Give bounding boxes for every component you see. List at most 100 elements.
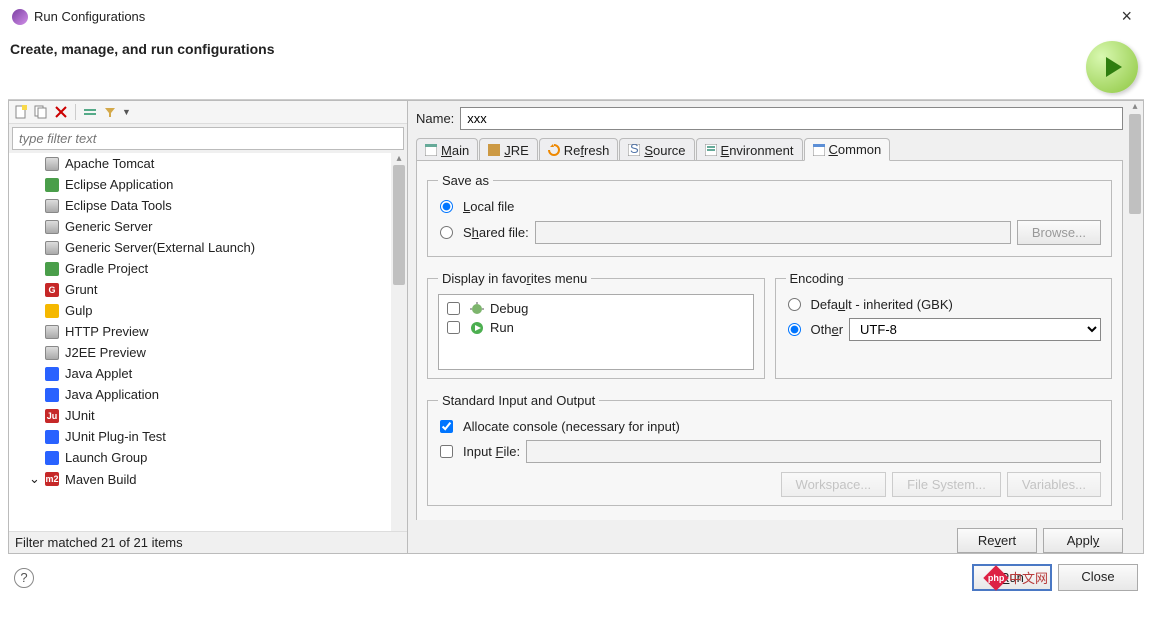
filter-input[interactable] [12,127,404,150]
save-as-legend: Save as [438,173,493,188]
tab-jre[interactable]: JRE [479,138,538,161]
tree-item-label: Java Applet [65,366,132,381]
separator [75,104,76,120]
tree-item[interactable]: Eclipse Application [9,174,389,195]
revert-button[interactable]: Revert [957,528,1037,553]
favorite-item-run[interactable]: Run [443,318,749,337]
dropdown-caret-icon[interactable]: ▼ [122,107,131,117]
panel-scrollbar[interactable]: ▴ [1127,101,1143,553]
input-file-input [526,440,1101,463]
other-encoding-radio[interactable] [788,323,801,336]
svg-text:S: S [630,144,639,156]
app-icon [12,9,28,25]
input-file-checkbox[interactable] [440,445,453,458]
new-config-icon[interactable] [13,104,29,120]
tree-item[interactable]: Generic Server(External Launch) [9,237,389,258]
local-file-radio[interactable] [440,200,453,213]
tree-item-label: Generic Server(External Launch) [65,240,255,255]
config-type-icon [45,199,59,213]
tab-environment[interactable]: Environment [696,138,803,161]
name-label: Name: [416,111,454,126]
chevron-down-icon[interactable]: ⌄ [29,471,39,487]
tree-item-label: Gulp [65,303,92,318]
tree-item[interactable]: Gradle Project [9,258,389,279]
tab-source[interactable]: S Source [619,138,694,161]
close-button[interactable]: Close [1058,564,1138,591]
tree-item[interactable]: JuJUnit [9,405,389,426]
default-encoding-radio[interactable] [788,298,801,311]
debug-checkbox[interactable] [447,302,460,315]
config-tree-panel: ▼ Apache Tomcat Eclipse Application Eclips… [8,100,408,554]
run-big-icon [1086,41,1138,93]
tree-item-label: Apache Tomcat [65,156,154,171]
config-type-icon [45,367,59,381]
filter-dropdown-icon[interactable] [102,104,118,120]
favorite-item-debug[interactable]: Debug [443,299,749,318]
workspace-button: Workspace... [781,472,887,497]
config-type-icon [45,430,59,444]
tab-refresh[interactable]: Refresh [539,138,619,161]
config-type-icon [45,220,59,234]
tree-item-label: Launch Group [65,450,147,465]
config-type-icon [45,325,59,339]
tree-item[interactable]: Apache Tomcat [9,153,389,174]
favorites-group: Display in favorites menu Debug Run [427,271,765,379]
run-checkbox[interactable] [447,321,460,334]
tab-label: JRE [504,143,529,158]
config-type-icon: G [45,283,59,297]
tree-item[interactable]: Generic Server [9,216,389,237]
allocate-console-label: Allocate console (necessary for input) [463,419,680,434]
tree-item[interactable]: JUnit Plug-in Test [9,426,389,447]
other-encoding-label: Other [811,322,844,337]
duplicate-icon[interactable] [33,104,49,120]
tree-scrollbar[interactable]: ▴ [391,153,407,531]
variables-button: Variables... [1007,472,1101,497]
config-type-icon [45,157,59,171]
tree-item-label: HTTP Preview [65,324,149,339]
delete-icon[interactable] [53,104,69,120]
run-button[interactable]: Run [972,564,1052,591]
encoding-group: Encoding Default - inherited (GBK) Other… [775,271,1113,379]
tree-item[interactable]: Java Applet [9,363,389,384]
tree-item-label: Eclipse Data Tools [65,198,172,213]
tree-item[interactable]: Launch Group [9,447,389,468]
tree-item[interactable]: Java Application [9,384,389,405]
tab-icon: S [628,144,640,156]
tab-label: Source [644,143,685,158]
tree-item-label: J2EE Preview [65,345,146,360]
help-icon[interactable]: ? [14,568,34,588]
encoding-select[interactable]: UTF-8 [849,318,1101,341]
tree-item[interactable]: J2EE Preview [9,342,389,363]
encoding-legend: Encoding [786,271,848,286]
tree-item[interactable]: ⌄m2Maven Build [9,468,389,490]
config-detail-panel: Name: Main JRE Refresh S Source Environment Co… [408,100,1144,554]
tab-main[interactable]: Main [416,138,478,161]
apply-button[interactable]: Apply [1043,528,1123,553]
name-input[interactable] [460,107,1123,130]
page-title: Create, manage, and run configurations [10,41,275,57]
config-type-icon [45,178,59,192]
config-tree[interactable]: Apache Tomcat Eclipse Application Eclipse … [9,153,407,531]
input-file-label: Input File: [463,444,520,459]
tab-icon [548,144,560,156]
config-type-icon [45,388,59,402]
shared-file-input [535,221,1011,244]
stdio-legend: Standard Input and Output [438,393,599,408]
tab-common[interactable]: Common [804,138,891,161]
tree-item[interactable]: Eclipse Data Tools [9,195,389,216]
tree-item[interactable]: HTTP Preview [9,321,389,342]
tab-label: Common [829,142,882,157]
tree-item-label: Grunt [65,282,98,297]
tree-item[interactable]: Gulp [9,300,389,321]
favorites-legend: Display in favorites menu [438,271,591,286]
close-icon[interactable]: × [1113,6,1140,27]
tab-label: Environment [721,143,794,158]
run-label: Run [490,320,514,335]
tree-item-label: Java Application [65,387,159,402]
tab-label: Refresh [564,143,610,158]
collapse-icon[interactable] [82,104,98,120]
shared-file-radio[interactable] [440,226,453,239]
stdio-group: Standard Input and Output Allocate conso… [427,393,1112,506]
allocate-console-checkbox[interactable] [440,420,453,433]
tree-item[interactable]: G Grunt [9,279,389,300]
